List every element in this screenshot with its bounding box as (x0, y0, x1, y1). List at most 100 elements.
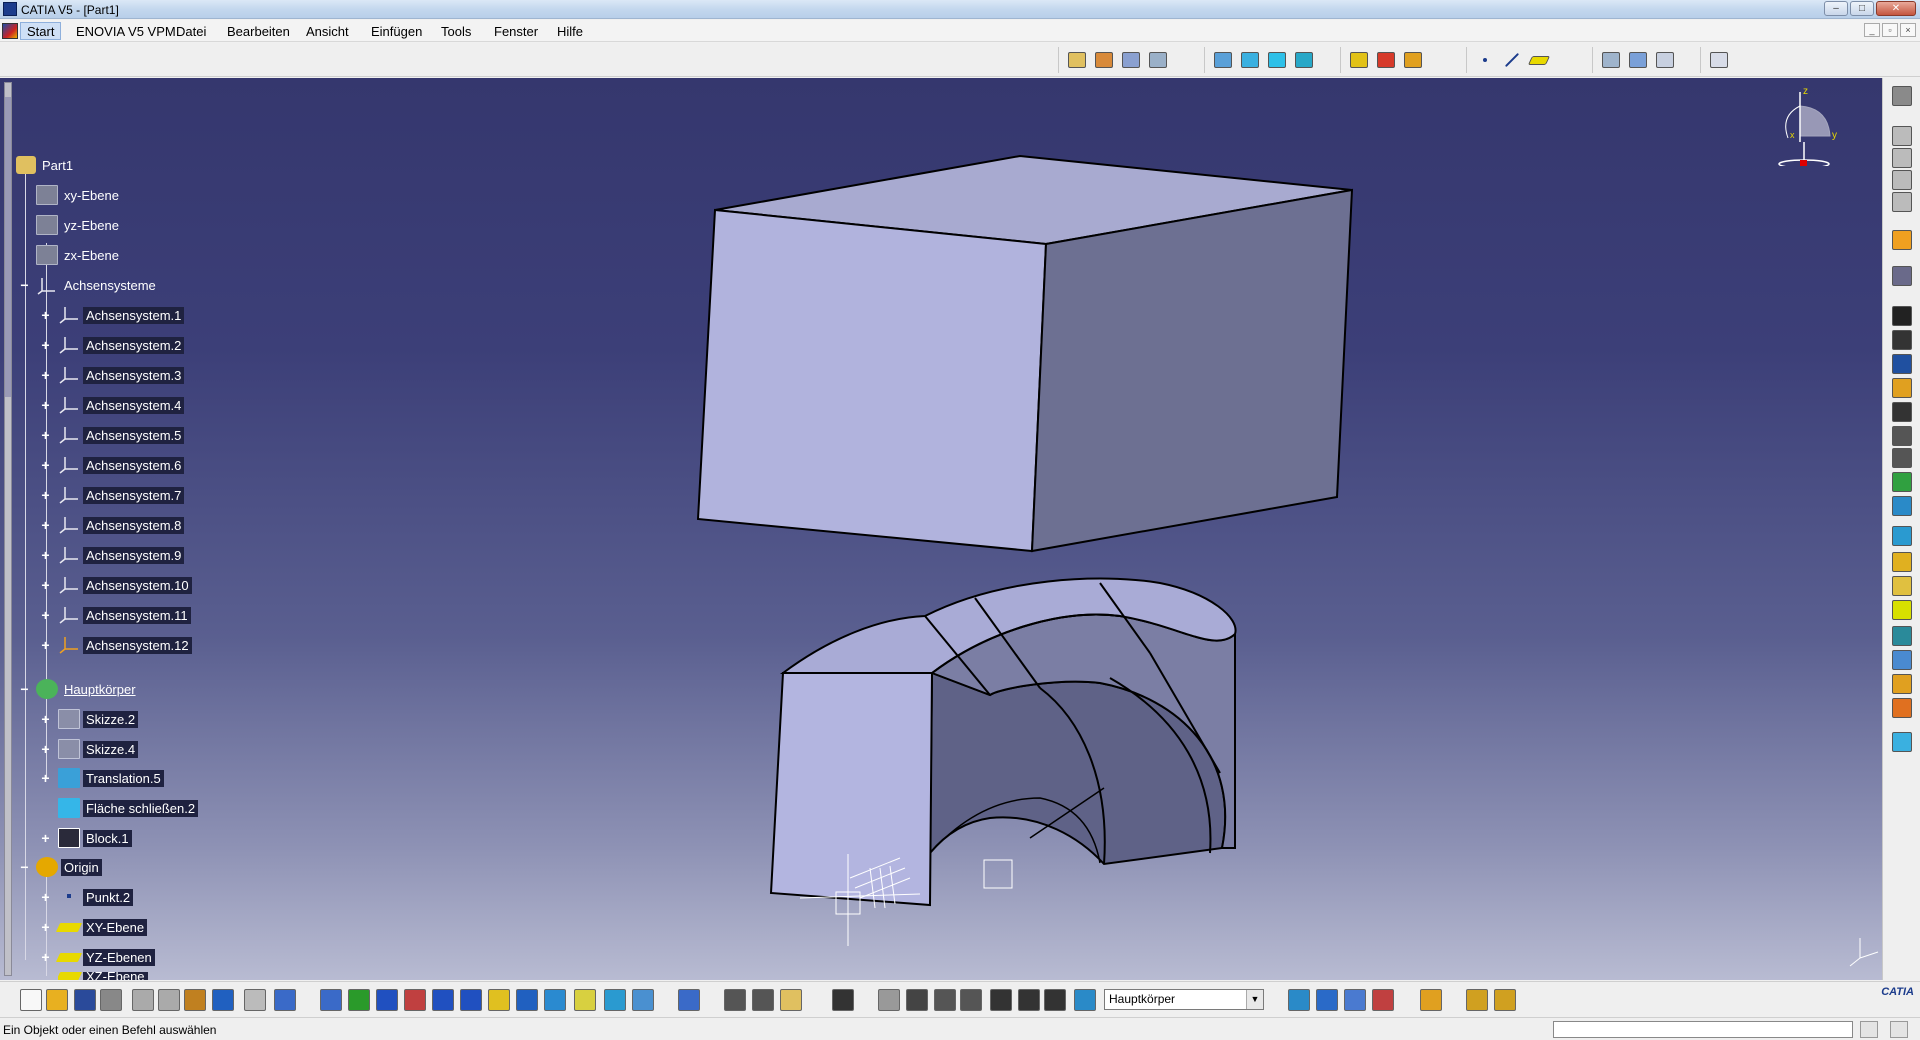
menu-tools[interactable]: Tools (441, 24, 471, 39)
thread-icon[interactable] (1892, 674, 1912, 694)
fill-icon[interactable] (1292, 49, 1316, 71)
sweep-surface[interactable] (769, 577, 1237, 907)
expand-icon[interactable]: + (39, 712, 52, 726)
hand-icon[interactable] (906, 989, 928, 1011)
point-icon[interactable] (1473, 49, 1497, 71)
sweep-icon[interactable] (1265, 49, 1289, 71)
tree-node-axis-system[interactable]: + Achsensystem.8 (41, 514, 185, 536)
pan-icon[interactable] (376, 989, 398, 1011)
block-solid[interactable] (696, 154, 1354, 553)
selection-marker[interactable] (983, 859, 1013, 889)
capture-icon[interactable] (832, 989, 854, 1011)
hide-show-icon[interactable] (1065, 49, 1089, 71)
surface-based-icon[interactable] (1892, 732, 1912, 752)
loft-icon[interactable] (1892, 496, 1912, 516)
paste-icon[interactable] (184, 989, 206, 1011)
layers-icon[interactable] (1044, 989, 1066, 1011)
update-icon[interactable] (878, 989, 900, 1011)
tree-node-axis-system[interactable]: + Achsensystem.6 (41, 454, 185, 476)
expand-icon[interactable]: + (39, 368, 52, 382)
chevron-down-icon[interactable]: ▼ (1246, 990, 1263, 1009)
whats-this-icon[interactable] (274, 989, 296, 1011)
expand-icon[interactable]: + (39, 518, 52, 532)
doc-icon[interactable] (1892, 192, 1912, 212)
measure-item-icon[interactable] (752, 989, 774, 1011)
compass[interactable]: z y x (1770, 86, 1840, 169)
tree-node-flaeche-schliessen-2[interactable]: Fläche schließen.2 (58, 797, 199, 819)
symmetry-icon[interactable] (1401, 49, 1425, 71)
rib-icon[interactable] (1892, 426, 1912, 446)
expand-icon[interactable]: + (39, 742, 52, 756)
tree-node-translation-5[interactable]: + Translation.5 (41, 767, 164, 789)
tree-icon[interactable] (678, 989, 700, 1011)
tree-node-axis-system[interactable]: + Achsensystem.5 (41, 424, 185, 446)
tree-node-skizze-4[interactable]: + Skizze.4 (41, 738, 139, 760)
fly-mode-icon[interactable] (320, 989, 342, 1011)
tree-node-achsensysteme[interactable]: − Achsensysteme (20, 274, 159, 296)
tree-node-axis-system[interactable]: + Achsensystem.1 (41, 304, 185, 326)
expand-icon[interactable]: + (39, 890, 52, 904)
rotate-view-icon[interactable] (404, 989, 426, 1011)
menu-einfuegen[interactable]: Einfügen (371, 24, 422, 39)
collapse-icon[interactable]: − (18, 860, 31, 874)
lighting-icon[interactable] (990, 989, 1012, 1011)
expand-icon[interactable]: + (39, 578, 52, 592)
tree-node-xy-ebene[interactable]: xy-Ebene (36, 184, 122, 206)
rotate-icon[interactable] (1374, 49, 1398, 71)
revolve-icon[interactable] (1238, 49, 1262, 71)
thickness-icon[interactable] (1892, 650, 1912, 670)
power-input-icon[interactable] (1890, 1021, 1908, 1038)
shading-icon[interactable] (574, 989, 596, 1011)
shell-icon[interactable] (1892, 626, 1912, 646)
normal-view-icon[interactable] (488, 989, 510, 1011)
edge-icon[interactable] (1018, 989, 1040, 1011)
plane-icon[interactable] (1527, 49, 1551, 71)
menu-enovia[interactable]: ENOVIA V5 VPM (76, 24, 176, 39)
tree-node-hauptkoerper[interactable]: − Hauptkörper (20, 678, 139, 700)
copy-icon[interactable] (158, 989, 180, 1011)
stop-command-icon[interactable] (1860, 1021, 1878, 1038)
collapse-icon[interactable]: − (18, 682, 31, 696)
expand-icon[interactable]: + (39, 638, 52, 652)
axis-system-icon[interactable] (1626, 49, 1650, 71)
tree-node-part1[interactable]: Part1 (16, 154, 76, 176)
undo-icon[interactable] (212, 989, 234, 1011)
translate-icon[interactable] (1347, 49, 1371, 71)
workbench-icon[interactable] (1466, 989, 1488, 1011)
hide-show-icon[interactable] (604, 989, 626, 1011)
tree-node-punkt-2[interactable]: + Punkt.2 (41, 886, 134, 908)
tree-node-yz-ebene[interactable]: yz-Ebene (36, 214, 122, 236)
stiffener-icon[interactable] (1892, 472, 1912, 492)
groove-icon[interactable] (1892, 378, 1912, 398)
material-icon[interactable] (1372, 989, 1394, 1011)
expand-icon[interactable]: + (39, 831, 52, 845)
tools-icon[interactable] (1420, 989, 1442, 1011)
tree-node-axis-system[interactable]: + Achsensystem.3 (41, 364, 185, 386)
draft-icon[interactable] (1892, 600, 1912, 620)
rendering-icon[interactable] (1344, 989, 1366, 1011)
3d-viewport[interactable]: Part1 xy-Ebene yz-Ebene zx-Ebene − Achse… (0, 78, 1882, 980)
expand-icon[interactable]: + (39, 920, 52, 934)
tree-node-axis-system[interactable]: + Achsensystem.12 (41, 634, 192, 656)
extrude-icon[interactable] (1211, 49, 1235, 71)
tree-node-axis-system[interactable]: + Achsensystem.9 (41, 544, 185, 566)
compass-view-icon[interactable] (1288, 989, 1310, 1011)
update-icon[interactable] (1599, 49, 1623, 71)
body-select[interactable]: Hauptkörper ▼ (1104, 989, 1264, 1010)
bounding-icon[interactable] (960, 989, 982, 1011)
axis-icon[interactable] (934, 989, 956, 1011)
doc-minimize-icon[interactable]: _ (1864, 23, 1880, 37)
new-icon[interactable] (20, 989, 42, 1011)
gear-icon[interactable] (1892, 86, 1912, 106)
expand-icon[interactable]: + (39, 308, 52, 322)
expand-icon[interactable]: + (39, 398, 52, 412)
minimize-button[interactable]: – (1824, 1, 1848, 16)
cut-icon[interactable] (132, 989, 154, 1011)
doc-restore-icon[interactable]: ▫ (1882, 23, 1898, 37)
swap-visible-icon[interactable] (1092, 49, 1116, 71)
open-icon[interactable] (46, 989, 68, 1011)
redo-icon[interactable] (244, 989, 266, 1011)
pocket-icon[interactable] (1892, 330, 1912, 350)
tree-node-origin[interactable]: − Origin (20, 856, 102, 878)
analysis-icon[interactable] (1316, 989, 1338, 1011)
